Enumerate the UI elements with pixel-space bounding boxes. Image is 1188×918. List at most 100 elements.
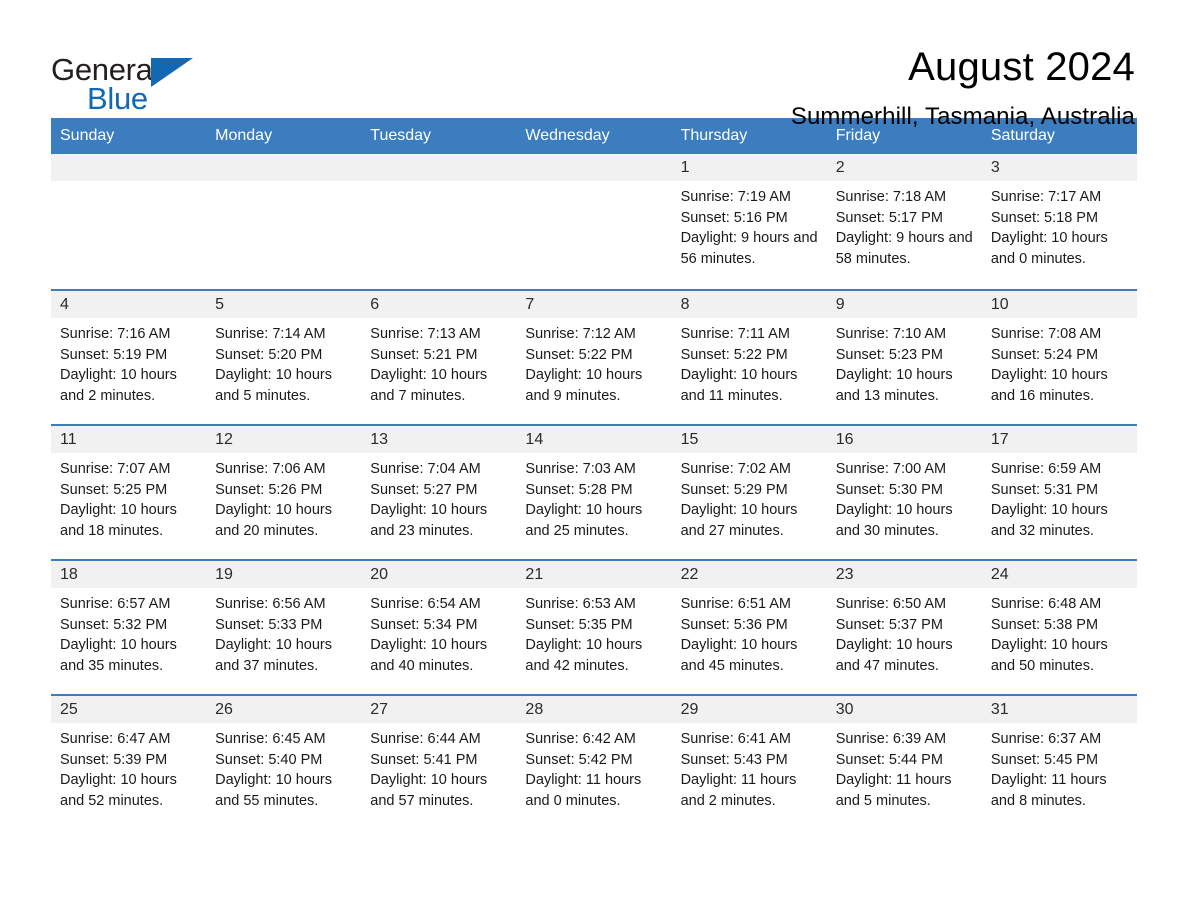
sunrise-text: Sunrise: 6:39 AM — [835, 731, 947, 747]
daylight-text: Daylight: 11 hours and 5 minutes. — [835, 772, 952, 809]
calendar-day-cell[interactable]: 16 Sunrise: 7:00 AM Sunset: 5:30 PM Dayligh… — [826, 426, 982, 559]
sunset-text: Sunset: 5:27 PM — [370, 481, 478, 498]
sunset-text: Sunset: 5:38 PM — [990, 616, 1099, 633]
day-number: 13 — [361, 426, 517, 453]
day-number: 26 — [206, 696, 362, 723]
weekday-header-monday: Monday — [215, 127, 273, 144]
day-number: 3 — [981, 154, 1137, 181]
calendar-day-cell-empty — [361, 154, 517, 289]
day-details: Sunrise: 7:19 AM Sunset: 5:16 PM Daylight:… — [672, 181, 827, 269]
calendar-day-cell[interactable]: 21 Sunrise: 6:53 AM Sunset: 5:35 PM Dayligh… — [516, 561, 672, 694]
calendar-day-cell[interactable]: 22 Sunrise: 6:51 AM Sunset: 5:36 PM Dayligh… — [671, 561, 827, 694]
day-details: Sunrise: 7:07 AM Sunset: 5:25 PM Daylight:… — [51, 453, 206, 541]
sunrise-text: Sunrise: 7:03 AM — [525, 461, 636, 477]
day-number: 17 — [981, 426, 1137, 453]
day-details: Sunrise: 6:37 AM Sunset: 5:45 PM Daylight:… — [982, 723, 1137, 811]
daylight-text: Daylight: 10 hours and 45 minutes. — [680, 637, 798, 674]
daylight-text: Daylight: 10 hours and 35 minutes. — [60, 637, 177, 674]
daylight-text: Daylight: 11 hours and 2 minutes. — [680, 772, 797, 809]
day-details: Sunrise: 7:06 AM Sunset: 5:26 PM Daylight:… — [206, 453, 361, 541]
calendar-day-cell[interactable]: 29 Sunrise: 6:41 AM Sunset: 5:43 PM Dayligh… — [671, 696, 827, 829]
calendar-day-cell[interactable]: 9 Sunrise: 7:10 AM Sunset: 5:23 PM Daylight… — [826, 291, 982, 424]
sunset-text: Sunset: 5:26 PM — [215, 481, 323, 498]
calendar-day-cell[interactable]: 4 Sunrise: 7:16 AM Sunset: 5:19 PM Daylight… — [51, 291, 207, 424]
day-number: 25 — [51, 696, 207, 723]
sunrise-text: Sunrise: 6:51 AM — [680, 596, 791, 612]
sunrise-text: Sunrise: 6:45 AM — [215, 731, 326, 747]
calendar-day-cell[interactable]: 30 Sunrise: 6:39 AM Sunset: 5:44 PM Dayligh… — [826, 696, 982, 829]
day-number: 5 — [206, 291, 362, 318]
sunrise-text: Sunrise: 7:04 AM — [370, 461, 481, 477]
sunrise-text: Sunrise: 6:50 AM — [835, 596, 947, 612]
sunset-text: Sunset: 5:42 PM — [525, 751, 633, 768]
calendar-day-cell[interactable]: 31 Sunrise: 6:37 AM Sunset: 5:45 PM Dayligh… — [981, 696, 1137, 829]
calendar-day-cell[interactable]: 23 Sunrise: 6:50 AM Sunset: 5:37 PM Dayligh… — [826, 561, 982, 694]
day-details: Sunrise: 7:00 AM Sunset: 5:30 PM Daylight:… — [827, 453, 982, 541]
daylight-text: Daylight: 11 hours and 0 minutes. — [525, 772, 642, 809]
calendar-day-cell[interactable]: 10 Sunrise: 7:08 AM Sunset: 5:24 PM Dayligh… — [981, 291, 1137, 424]
sunrise-text: Sunrise: 6:41 AM — [680, 731, 791, 747]
sunset-text: Sunset: 5:33 PM — [215, 616, 323, 633]
sunset-text: Sunset: 5:16 PM — [680, 209, 788, 226]
sunrise-text: Sunrise: 7:07 AM — [60, 461, 171, 477]
logo-triangle-icon — [151, 58, 193, 87]
day-details: Sunrise: 7:04 AM Sunset: 5:27 PM Daylight:… — [361, 453, 516, 541]
sunset-text: Sunset: 5:23 PM — [835, 346, 943, 363]
daylight-text: Daylight: 10 hours and 16 minutes. — [990, 367, 1108, 404]
sunset-text: Sunset: 5:41 PM — [370, 751, 478, 768]
general-blue-logo: General Blue — [51, 44, 201, 115]
calendar-day-cell[interactable]: 18 Sunrise: 6:57 AM Sunset: 5:32 PM Dayligh… — [51, 561, 207, 694]
calendar-day-cell[interactable]: 14 Sunrise: 7:03 AM Sunset: 5:28 PM Dayligh… — [516, 426, 672, 559]
daylight-text: Daylight: 10 hours and 25 minutes. — [525, 502, 643, 539]
calendar-week-row: 25 Sunrise: 6:47 AM Sunset: 5:39 PM Dayligh… — [51, 694, 1137, 829]
calendar-day-cell[interactable]: 20 Sunrise: 6:54 AM Sunset: 5:34 PM Dayligh… — [361, 561, 517, 694]
calendar-day-cell[interactable]: 12 Sunrise: 7:06 AM Sunset: 5:26 PM Dayligh… — [206, 426, 362, 559]
calendar-day-cell[interactable]: 6 Sunrise: 7:13 AM Sunset: 5:21 PM Daylight… — [361, 291, 517, 424]
calendar-day-cell[interactable]: 7 Sunrise: 7:12 AM Sunset: 5:22 PM Daylight… — [516, 291, 672, 424]
day-number: 27 — [361, 696, 517, 723]
calendar-day-cell[interactable]: 25 Sunrise: 6:47 AM Sunset: 5:39 PM Dayligh… — [51, 696, 207, 829]
calendar-day-cell[interactable]: 27 Sunrise: 6:44 AM Sunset: 5:41 PM Dayligh… — [361, 696, 517, 829]
sunrise-text: Sunrise: 7:02 AM — [680, 461, 791, 477]
daylight-text: Daylight: 10 hours and 9 minutes. — [525, 367, 643, 404]
calendar-day-cell[interactable]: 19 Sunrise: 6:56 AM Sunset: 5:33 PM Dayligh… — [206, 561, 362, 694]
sunset-text: Sunset: 5:31 PM — [990, 481, 1099, 498]
day-details: Sunrise: 6:42 AM Sunset: 5:42 PM Daylight:… — [516, 723, 671, 811]
calendar-day-cell[interactable]: 8 Sunrise: 7:11 AM Sunset: 5:22 PM Daylight… — [671, 291, 827, 424]
sunset-text: Sunset: 5:35 PM — [525, 616, 633, 633]
page-header: General Blue August 2024 Summerhill, Tas… — [51, 0, 1137, 130]
daylight-text: Daylight: 10 hours and 23 minutes. — [370, 502, 488, 539]
day-details: Sunrise: 6:53 AM Sunset: 5:35 PM Daylight:… — [516, 588, 671, 676]
day-details: Sunrise: 7:16 AM Sunset: 5:19 PM Daylight:… — [51, 318, 206, 406]
day-details: Sunrise: 6:57 AM Sunset: 5:32 PM Daylight:… — [51, 588, 206, 676]
sunset-text: Sunset: 5:36 PM — [680, 616, 788, 633]
calendar-day-cell[interactable]: 1 Sunrise: 7:19 AM Sunset: 5:16 PM Daylight… — [671, 154, 827, 289]
calendar-day-cell[interactable]: 15 Sunrise: 7:02 AM Sunset: 5:29 PM Dayligh… — [671, 426, 827, 559]
daylight-text: Daylight: 10 hours and 5 minutes. — [215, 367, 333, 404]
sunset-text: Sunset: 5:25 PM — [60, 481, 168, 498]
weekday-header-tuesday: Tuesday — [370, 127, 432, 144]
day-number: 10 — [981, 291, 1137, 318]
calendar-day-cell[interactable]: 28 Sunrise: 6:42 AM Sunset: 5:42 PM Dayligh… — [516, 696, 672, 829]
calendar-day-cell[interactable]: 13 Sunrise: 7:04 AM Sunset: 5:27 PM Dayligh… — [361, 426, 517, 559]
calendar-day-cell[interactable]: 3 Sunrise: 7:17 AM Sunset: 5:18 PM Daylight… — [981, 154, 1137, 289]
calendar-week-row: 18 Sunrise: 6:57 AM Sunset: 5:32 PM Dayligh… — [51, 559, 1137, 694]
sunset-text: Sunset: 5:37 PM — [835, 616, 943, 633]
calendar-day-cell[interactable]: 5 Sunrise: 7:14 AM Sunset: 5:20 PM Daylight… — [206, 291, 362, 424]
calendar-day-cell[interactable]: 24 Sunrise: 6:48 AM Sunset: 5:38 PM Dayligh… — [981, 561, 1137, 694]
day-number: 24 — [981, 561, 1137, 588]
day-details: Sunrise: 7:10 AM Sunset: 5:23 PM Daylight:… — [827, 318, 982, 406]
calendar-day-cell[interactable]: 2 Sunrise: 7:18 AM Sunset: 5:17 PM Daylight… — [826, 154, 982, 289]
calendar-day-cell[interactable]: 17 Sunrise: 6:59 AM Sunset: 5:31 PM Dayligh… — [981, 426, 1137, 559]
day-number — [206, 154, 362, 181]
sunrise-text: Sunrise: 7:14 AM — [215, 326, 326, 342]
day-details: Sunrise: 7:18 AM Sunset: 5:17 PM Daylight:… — [827, 181, 982, 269]
calendar-day-cell[interactable]: 26 Sunrise: 6:45 AM Sunset: 5:40 PM Dayligh… — [206, 696, 362, 829]
sunrise-text: Sunrise: 7:19 AM — [680, 189, 791, 205]
calendar-day-cell[interactable]: 11 Sunrise: 7:07 AM Sunset: 5:25 PM Dayligh… — [51, 426, 207, 559]
daylight-text: Daylight: 10 hours and 40 minutes. — [370, 637, 488, 674]
sunrise-text: Sunrise: 7:11 AM — [680, 326, 790, 342]
weekday-header-friday: Friday — [835, 127, 881, 144]
day-number: 14 — [516, 426, 672, 453]
day-details: Sunrise: 6:47 AM Sunset: 5:39 PM Daylight:… — [51, 723, 206, 811]
